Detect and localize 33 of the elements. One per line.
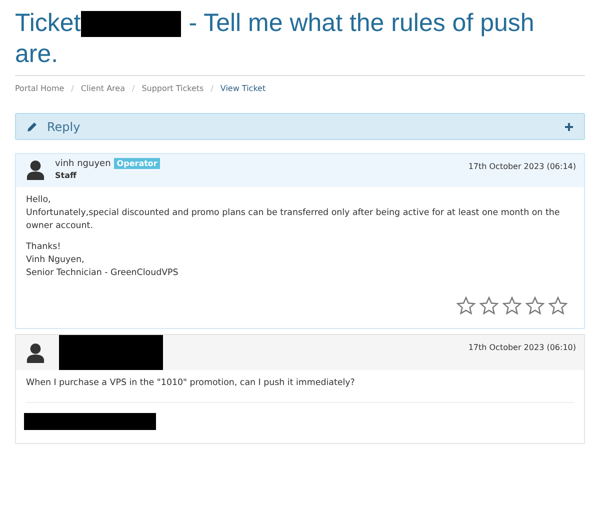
- expand-icon[interactable]: [564, 122, 574, 132]
- author-name: vinh nguyen: [55, 158, 111, 168]
- message-date: 17th October 2023 (06:10): [468, 343, 576, 352]
- breadcrumb-separator: /: [210, 84, 214, 93]
- pencil-icon: [26, 120, 38, 132]
- message-text: Hello,: [26, 194, 52, 207]
- breadcrumb-separator: /: [71, 84, 74, 93]
- star-icon[interactable]: [548, 296, 568, 316]
- breadcrumb-link[interactable]: Client Area: [80, 84, 125, 93]
- message-text: Unfortunately,special discounted and promo plans can be transferred only after being active for at least one month on the owner account.: [26, 207, 561, 233]
- page-title: are.: [15, 39, 58, 70]
- page-title: Ticket: [15, 8, 81, 39]
- message-text: Senior Technician - GreenCloudVPS: [26, 267, 180, 280]
- page-title: - Tell me what the rules of push: [188, 8, 534, 39]
- user-icon: [26, 343, 45, 364]
- message-text: Thanks!: [26, 241, 62, 254]
- breadcrumb-link[interactable]: Support Tickets: [142, 84, 204, 93]
- message-text: Vinh Nguyen,: [26, 254, 86, 267]
- star-icon[interactable]: [525, 296, 545, 316]
- reply-label: Reply: [47, 120, 82, 134]
- breadcrumb-link[interactable]: Portal Home: [15, 84, 64, 93]
- reply-panel[interactable]: Reply: [15, 113, 585, 140]
- star-icon[interactable]: [502, 296, 522, 316]
- author-role: Staff: [55, 171, 78, 180]
- breadcrumb-separator: /: [132, 84, 135, 93]
- user-icon: [26, 160, 45, 181]
- rating-stars[interactable]: [456, 296, 568, 316]
- star-icon[interactable]: [479, 296, 499, 316]
- message-date: 17th October 2023 (06:14): [468, 162, 576, 171]
- breadcrumb-link[interactable]: View Ticket: [220, 84, 266, 93]
- message-text: When I purchase a VPS in the "1010" promotion, can I push it immediately?: [26, 377, 356, 390]
- star-icon[interactable]: [456, 296, 476, 316]
- role-badge: Operator: [114, 158, 160, 169]
